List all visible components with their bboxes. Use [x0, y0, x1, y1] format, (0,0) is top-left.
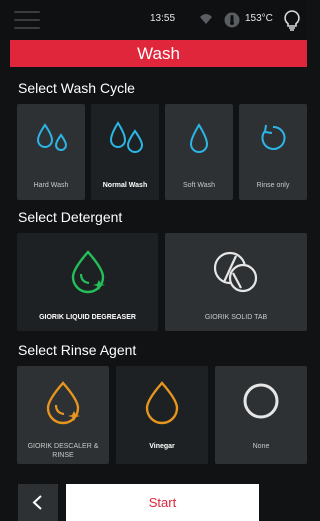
chevron-left-icon — [32, 495, 42, 510]
rinse-option-none[interactable]: None — [215, 366, 307, 464]
vinegar-drop-icon — [145, 381, 179, 425]
wash-option-soft[interactable]: Soft Wash — [165, 104, 233, 200]
wash-option-rinse[interactable]: Rinse only — [239, 104, 307, 200]
wash-option-label: Hard Wash — [33, 182, 69, 189]
wifi-icon — [200, 14, 212, 24]
menu-icon[interactable] — [14, 11, 40, 29]
detergent-option-label: GIORIK SOLID TAB — [204, 314, 268, 321]
clock: 13:55 — [150, 13, 176, 24]
solid-tablet-icon — [213, 251, 258, 293]
water-drop-icon — [189, 123, 209, 153]
detergent-option-liquid[interactable]: GIORIK LIQUID DEGREASER — [17, 233, 158, 331]
wash-option-hard[interactable]: Hard Wash — [17, 104, 85, 200]
detergent-option-solid[interactable]: GIORIK SOLID TAB — [165, 233, 307, 331]
rinse-option-descaler[interactable]: GIORIK DESCALER & RINSE — [17, 366, 109, 464]
wash-cycle-title: Select Wash Cycle — [18, 80, 135, 96]
water-drops-icon — [36, 123, 68, 151]
rinse-option-label: Vinegar — [149, 443, 175, 450]
wash-option-label: Rinse only — [256, 182, 290, 189]
none-circle-icon — [243, 383, 279, 419]
rinse-option-label: None — [252, 443, 270, 450]
rinse-option-vinegar[interactable]: Vinegar — [116, 366, 208, 464]
rinse-cycle-icon — [261, 124, 286, 150]
water-drops-icon — [109, 121, 144, 153]
rinse-agent-title: Select Rinse Agent — [18, 342, 137, 358]
status-bar: 13:55 153°C — [0, 0, 307, 40]
detergent-option-label: GIORIK LIQUID DEGREASER — [39, 314, 136, 321]
rinse-option-label: GIORIK DESCALER & RINSE — [27, 443, 99, 459]
back-button[interactable] — [18, 484, 58, 521]
liquid-degreaser-icon — [71, 250, 105, 294]
wash-option-label: Normal Wash — [102, 182, 148, 189]
thermometer-icon — [224, 12, 240, 28]
wash-option-normal[interactable]: Normal Wash — [91, 104, 159, 200]
temperature-readout: 153°C — [245, 13, 273, 24]
start-button[interactable]: Start — [66, 484, 259, 521]
page-title: Wash — [10, 40, 307, 67]
wash-option-label: Soft Wash — [182, 182, 216, 189]
descaler-drop-icon — [46, 381, 80, 425]
lightbulb-icon[interactable] — [282, 9, 302, 31]
detergent-title: Select Detergent — [18, 209, 123, 225]
